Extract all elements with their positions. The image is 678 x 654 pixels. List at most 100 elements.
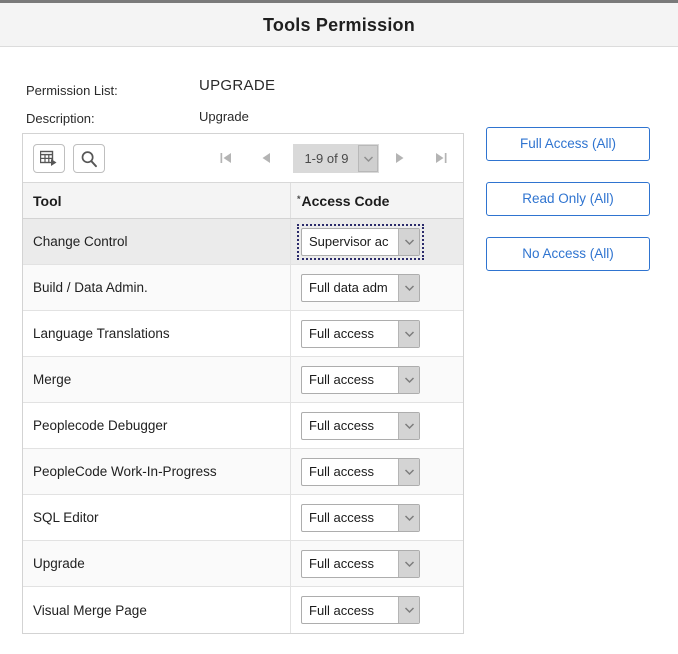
column-header-tool-label: Tool [33,192,62,209]
access-code-select-value: Full access [309,418,375,433]
chevron-down-glyph [404,330,414,337]
table-row[interactable]: Build / Data Admin. Full data adm [23,265,463,311]
chevron-down-glyph [404,560,414,567]
cell-tool-name: Upgrade [23,541,291,586]
next-page-icon[interactable] [390,148,410,168]
access-code-select-wrapper: Full access [297,546,424,582]
cell-tool-name: Peoplecode Debugger [23,403,291,448]
cell-tool-name: Language Translations [23,311,291,356]
chevron-down-icon[interactable] [398,320,419,347]
description-value: Upgrade [199,109,249,124]
next-page-glyph [396,153,404,163]
table-row[interactable]: SQL Editor Full access [23,495,463,541]
bulk-access-button-0[interactable]: Full Access (All) [486,127,650,161]
bulk-access-button-2[interactable]: No Access (All) [486,237,650,271]
table-row[interactable]: PeopleCode Work-In-Progress Full access [23,449,463,495]
table-row[interactable]: Language Translations Full access [23,311,463,357]
last-page-icon[interactable] [431,148,451,168]
previous-page-glyph [262,153,270,163]
page-range-selector[interactable]: 1-9 of 9 [293,144,379,173]
column-header-access-code[interactable]: * Access Code [291,183,463,218]
chevron-down-glyph [404,238,414,245]
column-header-access-code-label: Access Code [301,192,390,209]
page-title: Tools Permission [263,15,415,35]
cell-access-code: Full access [291,449,463,494]
cell-access-code: Supervisor ac [291,219,463,264]
chevron-down-icon[interactable] [398,550,419,577]
grid-column-headers: Tool * Access Code [23,183,463,219]
grid-toolbar: 1-9 of 9 [23,134,463,183]
table-row[interactable]: Change Control Supervisor ac [23,219,463,265]
grid-export-icon[interactable] [33,144,65,173]
search-icon-glyph [81,150,97,167]
table-row[interactable]: Upgrade Full access [23,541,463,587]
bulk-access-buttons: Full Access (All) Read Only (All) No Acces… [486,127,650,292]
access-code-select-wrapper: Full access [297,362,424,398]
chevron-down-icon[interactable] [398,597,419,623]
cell-tool-name: Build / Data Admin. [23,265,291,310]
access-code-select-value: Full access [309,372,375,387]
access-code-select[interactable]: Supervisor ac [301,227,420,256]
access-code-select-wrapper: Full access [297,316,424,352]
chevron-down-icon[interactable] [398,228,419,255]
cell-access-code: Full access [291,541,463,586]
table-row[interactable]: Visual Merge Page Full access [23,587,463,633]
access-code-select[interactable]: Full data adm [301,273,420,302]
access-code-select-value: Full access [309,510,375,525]
access-code-select[interactable]: Full access [301,549,420,578]
permission-list-value: UPGRADE [199,77,276,94]
access-code-select-value: Full access [309,556,375,571]
chevron-down-glyph [404,422,414,429]
page-range-label: 1-9 of 9 [304,151,349,166]
chevron-down-icon[interactable] [398,366,419,393]
description-label: Description: [26,111,95,126]
access-code-select-wrapper: Full access [297,454,424,490]
chevron-down-glyph [404,607,414,614]
table-row[interactable]: Merge Full access [23,357,463,403]
cell-access-code: Full access [291,403,463,448]
access-code-select[interactable]: Full access [301,365,420,394]
cell-tool-name: SQL Editor [23,495,291,540]
grid-export-icon-glyph [40,150,57,166]
chevron-down-icon[interactable] [398,412,419,439]
first-page-icon[interactable] [216,148,236,168]
cell-access-code: Full access [291,587,463,633]
chevron-down-icon[interactable] [398,504,419,531]
cell-access-code: Full access [291,357,463,402]
chevron-down-glyph [363,155,373,162]
column-header-tool[interactable]: Tool [23,183,291,218]
grid-rows: Change Control Supervisor ac Build / Data … [23,219,463,633]
cell-tool-name: Visual Merge Page [23,587,291,633]
chevron-down-icon[interactable] [398,274,419,301]
cell-tool-name: PeopleCode Work-In-Progress [23,449,291,494]
cell-access-code: Full access [291,495,463,540]
tools-permission-grid: 1-9 of 9 Tool * Access Code Change Contr… [22,133,464,634]
first-page-glyph [220,153,231,163]
access-code-select-wrapper: Full data adm [297,270,424,306]
chevron-down-glyph [404,284,414,291]
access-code-select[interactable]: Full access [301,319,420,348]
access-code-select-wrapper: Full access [297,500,424,536]
chevron-down-icon[interactable] [398,458,419,485]
page-header: Tools Permission [0,0,678,47]
access-code-select-value: Supervisor ac [309,234,389,249]
access-code-select[interactable]: Full access [301,596,420,624]
access-code-select-wrapper: Full access [297,408,424,444]
previous-page-icon[interactable] [256,148,276,168]
cell-access-code: Full access [291,311,463,356]
access-code-select[interactable]: Full access [301,411,420,440]
bulk-access-button-1[interactable]: Read Only (All) [486,182,650,216]
access-code-select-value: Full access [309,464,375,479]
chevron-down-icon[interactable] [358,145,378,172]
chevron-down-glyph [404,376,414,383]
access-code-select[interactable]: Full access [301,457,420,486]
last-page-glyph [436,153,447,163]
access-code-select[interactable]: Full access [301,503,420,532]
table-row[interactable]: Peoplecode Debugger Full access [23,403,463,449]
search-icon[interactable] [73,144,105,173]
required-field-marker: * [297,194,301,204]
access-code-select-wrapper: Supervisor ac [297,223,424,260]
permission-info-block: Permission List: UPGRADE Description: Up… [0,47,678,127]
chevron-down-glyph [404,468,414,475]
access-code-select-wrapper: Full access [297,592,424,628]
